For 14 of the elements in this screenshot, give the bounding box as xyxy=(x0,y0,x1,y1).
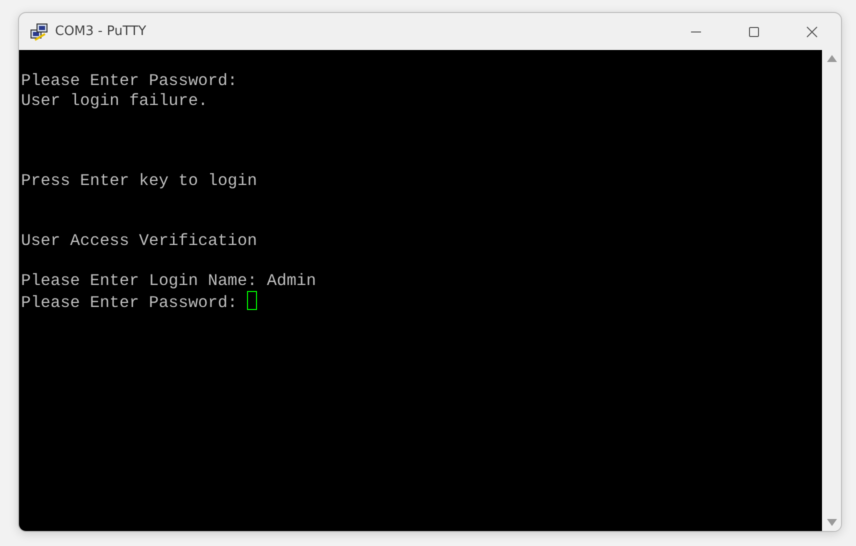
terminal-line: User Access Verification xyxy=(21,231,258,250)
close-icon xyxy=(806,26,818,38)
window-title: COM3 - PuTTY xyxy=(55,24,148,39)
terminal-line: User login failure. xyxy=(21,91,208,110)
scrollbar[interactable] xyxy=(822,50,841,531)
scroll-down-icon[interactable] xyxy=(826,519,836,526)
putty-computers-icon xyxy=(29,22,49,42)
terminal-line: Please Enter Password: xyxy=(21,293,238,312)
scroll-up-icon[interactable] xyxy=(826,55,836,62)
terminal-screen[interactable]: Please Enter Password: User login failure. Press Enter key to login User Access Verification Please Enter Login Name: Admin Please Enter Password: xyxy=(19,50,822,531)
terminal-line: Please Enter Password: xyxy=(21,71,238,90)
terminal-line: Please Enter Login Name: Admin xyxy=(21,271,316,290)
terminal-line: Press Enter key to login xyxy=(21,171,258,190)
maximize-icon xyxy=(748,26,760,38)
